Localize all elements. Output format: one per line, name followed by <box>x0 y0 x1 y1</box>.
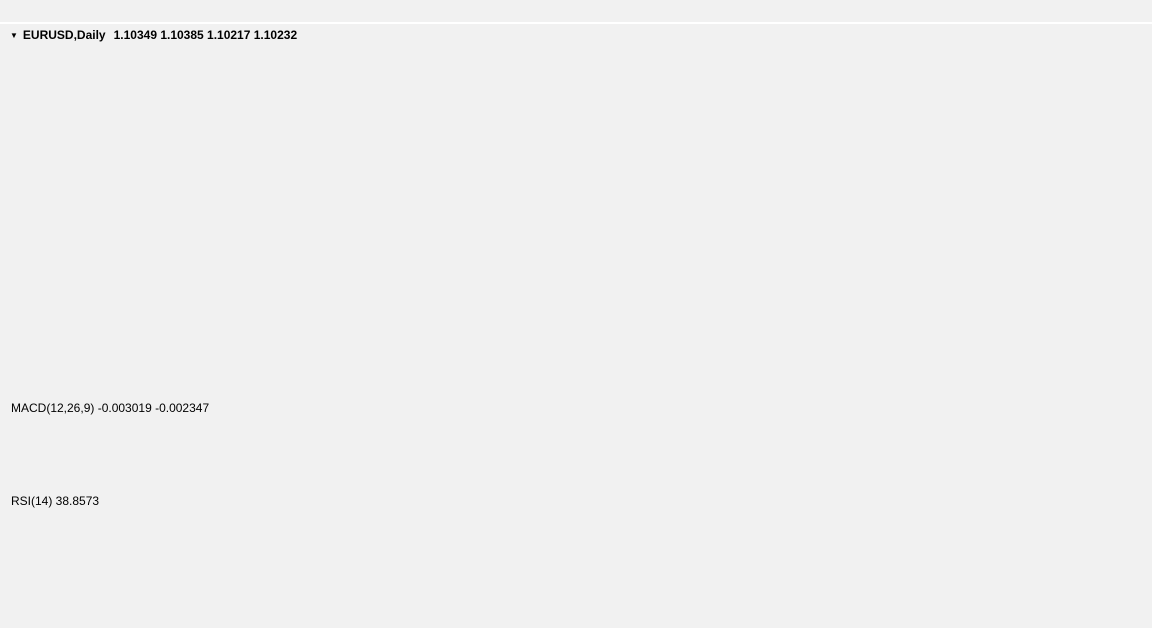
timeframe-toolbar <box>0 0 1152 24</box>
chart-symbol-period: EURUSD,Daily <box>22 28 106 42</box>
chart-title: ▼ EURUSD,Daily 1.10349 1.10385 1.10217 1.1… <box>10 28 297 42</box>
chart-ohlc-values: 1.10349 1.10385 1.10217 1.10232 <box>113 28 298 42</box>
mt4-chart-window: ▼ EURUSD,Daily 1.10349 1.10385 1.10217 1.1… <box>0 0 1152 628</box>
macd-indicator-label: MACD(12,26,9) -0.003019 -0.002347 <box>11 401 210 415</box>
price-chart-canvas[interactable] <box>0 22 1152 628</box>
chart-dropdown-arrow-icon[interactable]: ▼ <box>10 31 18 40</box>
rsi-indicator-label: RSI(14) 38.8573 <box>11 494 100 508</box>
symbol-tab-bar <box>0 598 1152 628</box>
